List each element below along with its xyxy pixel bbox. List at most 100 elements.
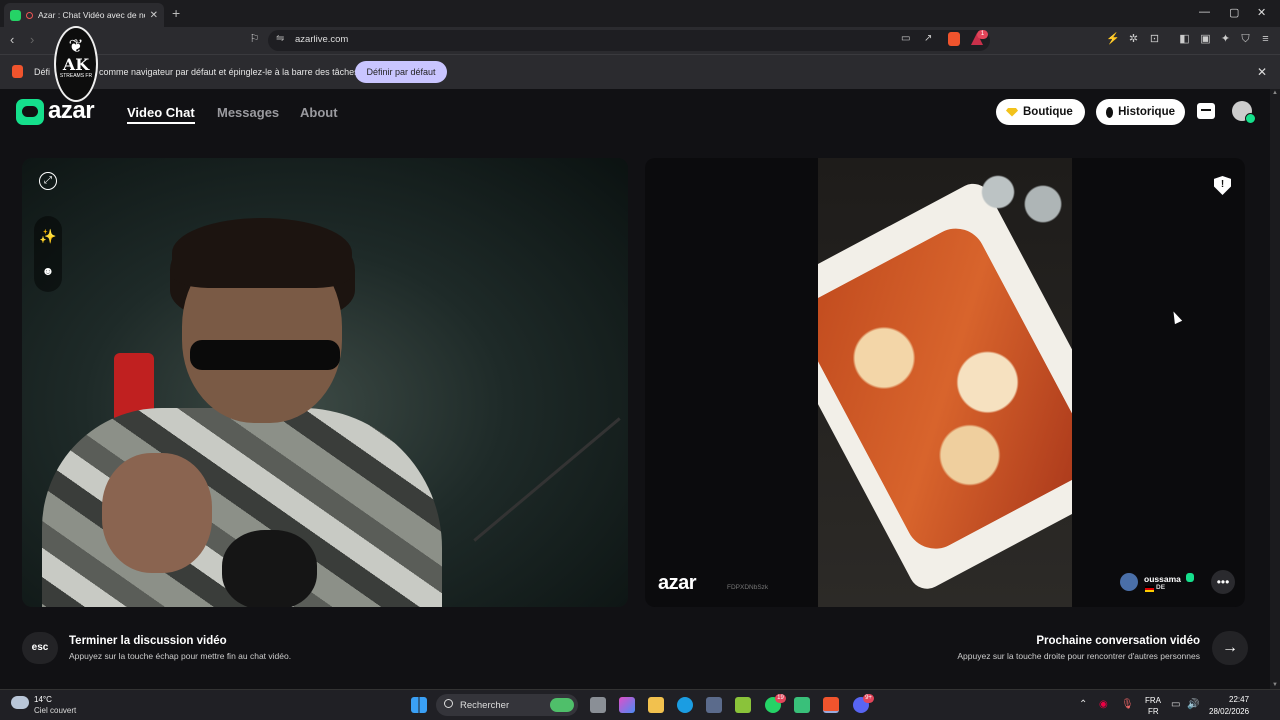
minimize-button[interactable]: — [1199,6,1210,18]
clock-icon [1106,106,1114,118]
page-scrollbar[interactable]: ▲ ▼ [1270,89,1280,689]
temperature[interactable]: 14°C [34,695,52,704]
app-leaf-icon[interactable] [735,697,751,713]
scroll-up-icon[interactable]: ▲ [1272,90,1278,96]
site-info-icon[interactable]: ⇋ [276,33,284,44]
next-chat-subtitle: Appuyez sur la touche droite pour rencon… [957,651,1200,661]
partner-video [818,158,1072,607]
nav-messages[interactable]: Messages [217,105,279,120]
close-window-button[interactable]: ✕ [1257,6,1266,19]
leo-ai-icon[interactable]: ✦ [1219,33,1232,46]
bookmark-icon[interactable]: ⚐ [248,33,261,46]
extensions-puzzle-icon[interactable]: ✲ [1127,33,1140,46]
overlay-logo-subtitle: STREAMS FR [59,73,93,79]
browser-tab-strip: Azar : Chat Vidéo avec de no ✕ + — ▢ ✕ [0,0,1280,27]
phoenix-icon: ❦ [68,36,84,56]
tab-close-button[interactable]: ✕ [150,10,158,21]
task-view-icon[interactable] [590,697,606,713]
edge-icon[interactable] [677,697,693,713]
windows-start-icon[interactable] [411,697,427,713]
expand-icon[interactable]: ⤢ [39,172,57,190]
profile-avatar-icon[interactable] [1232,101,1256,124]
cast-icon[interactable]: ▭ [901,33,910,44]
partner-name[interactable]: oussama [1144,574,1181,584]
tab-title: Azar : Chat Vidéo avec de no [38,10,145,20]
end-chat-esc-button[interactable]: esc [22,632,58,664]
browser-tab[interactable]: Azar : Chat Vidéo avec de no ✕ [4,3,164,27]
self-video: ⤢ ✨ ☻ [22,158,628,607]
browser-toolbar: ‹ › ⚐ ⇋ azarlive.com ▭ ↗ 1 ⚡ ✲ ⊡ ◧ ▣ ✦ ⛉… [0,27,1280,54]
magic-wand-icon[interactable]: ✨ [36,224,60,248]
maximize-button[interactable]: ▢ [1229,6,1239,19]
clock-time[interactable]: 22:47 [1229,695,1249,704]
nav-video-chat[interactable]: Video Chat [127,105,195,124]
next-chat-title: Prochaine conversation vidéo [1036,635,1200,647]
whatsapp-badge: 19 [775,694,786,703]
partner-avatar[interactable] [1120,573,1138,591]
brave-taskbar-icon[interactable] [823,697,839,713]
azar-watermark-logo: azar [658,572,697,594]
windows-taskbar: 14°C Ciel couvert Rechercher 19 9+ ⌃ ◉ 🎙… [0,689,1280,720]
person-hair-top [172,218,352,288]
tray-overflow-icon[interactable]: ⌃ [1079,699,1087,710]
language-indicator[interactable]: FRA [1145,696,1161,705]
historique-button[interactable]: Historique [1096,99,1185,125]
cloud-weather-icon[interactable] [11,696,29,709]
wallet-icon[interactable]: ▣ [1199,33,1212,46]
url-text: azarlive.com [295,34,349,45]
overlay-logo-title: AK [62,55,90,74]
screenshot-icon[interactable]: ⊡ [1148,33,1161,46]
chat-bubble-button[interactable]: ••• [1211,570,1235,594]
network-icon[interactable]: ▭ [1171,699,1180,710]
face-filter-icon[interactable]: ☻ [36,259,60,283]
sidebar-icon[interactable]: ◧ [1178,33,1191,46]
tray-app-icon[interactable]: ◉ [1099,699,1108,710]
streamer-logo-overlay: ❦ AK STREAMS FR [54,26,98,102]
brave-shield-icon[interactable] [948,32,960,46]
file-explorer-icon[interactable] [648,697,664,713]
infobar-prefix: Défi [34,67,51,77]
next-chat-arrow-button[interactable]: → [1212,631,1248,665]
rewards-badge: 1 [977,30,988,39]
gem-icon [1006,107,1018,117]
set-default-button[interactable]: Définir par défaut [355,61,447,83]
menu-icon[interactable]: ≡ [1259,33,1272,46]
address-bar[interactable]: ⇋ azarlive.com ▭ ↗ 1 [268,30,990,51]
brave-logo-icon [12,65,23,78]
back-icon[interactable]: ‹ [10,32,14,47]
new-tab-button[interactable]: + [172,5,180,21]
volume-icon[interactable]: 🔊 [1187,699,1199,710]
partner-country: DE [1156,584,1166,591]
end-chat-title: Terminer la discussion vidéo [69,635,227,647]
germany-flag-icon [1145,586,1154,592]
app-green-icon[interactable] [794,697,810,713]
default-browser-infobar: Défi comme navigateur par défaut et épin… [0,54,1280,89]
drinking-glasses [968,160,1068,240]
mic-arm [473,417,621,542]
search-label: Rechercher [460,700,510,711]
inbox-icon[interactable] [1197,103,1215,119]
boutique-button[interactable]: Boutique [996,99,1085,125]
share-icon[interactable]: ↗ [924,33,932,44]
person-hand [102,453,212,573]
person-sunglasses [190,340,340,370]
discord-badge: 9+ [863,694,874,703]
whatsapp-favicon-icon [10,9,21,21]
nav-about[interactable]: About [300,105,338,120]
copilot-icon[interactable] [619,697,635,713]
extension-icon[interactable]: ⚡ [1106,33,1120,46]
app-header: azar Video Chat Messages About Boutique … [0,89,1270,135]
clock-date[interactable]: 28/02/2026 [1209,707,1249,716]
keyboard-layout[interactable]: FR [1148,707,1159,716]
search-highlight-icon [550,698,574,712]
infobar-text: comme navigateur par défaut et épinglez-… [99,67,359,77]
historique-label: Historique [1118,106,1175,118]
store-icon[interactable] [706,697,722,713]
weather-description[interactable]: Ciel couvert [34,706,76,715]
vpn-icon[interactable]: ⛉ [1239,33,1252,46]
azar-logo-icon[interactable] [16,99,44,125]
scroll-down-icon[interactable]: ▼ [1272,682,1278,688]
infobar-close-button[interactable]: ✕ [1257,65,1267,79]
microphone-tray-icon[interactable]: 🎙 [1121,699,1134,710]
forward-icon[interactable]: › [30,32,34,47]
